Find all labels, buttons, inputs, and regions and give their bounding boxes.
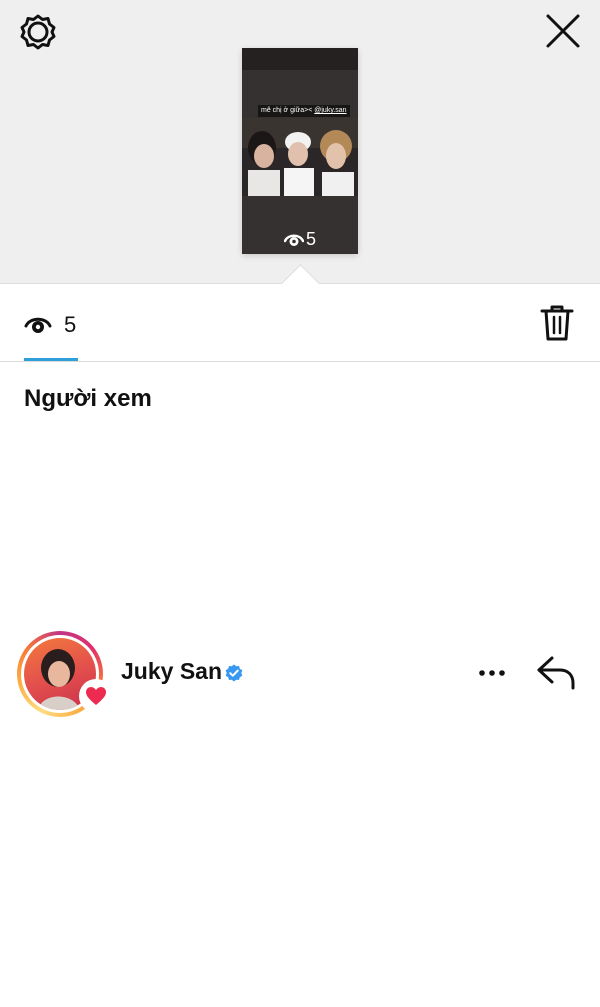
more-icon bbox=[479, 670, 505, 676]
story-caption-mention: @juky.san bbox=[314, 107, 347, 114]
story-photo bbox=[242, 118, 358, 196]
story-thumbnail[interactable]: mê chị ở giữa>< @juky.san 5 bbox=[242, 48, 358, 254]
active-tab-indicator bbox=[24, 358, 78, 361]
story-caption: mê chị ở giữa>< @juky.san bbox=[258, 105, 350, 117]
verified-badge-icon bbox=[225, 664, 243, 682]
viewer-name[interactable]: Juky San bbox=[121, 658, 222, 685]
more-options-button[interactable] bbox=[474, 658, 510, 688]
reply-button[interactable] bbox=[534, 650, 578, 694]
viewers-section-title: Người xem bbox=[24, 385, 152, 412]
reply-icon bbox=[537, 656, 575, 690]
delete-button[interactable] bbox=[538, 303, 576, 343]
settings-button[interactable] bbox=[18, 12, 58, 52]
story-view-count: 5 bbox=[242, 228, 358, 250]
gear-icon bbox=[20, 14, 56, 50]
eye-icon bbox=[24, 317, 52, 333]
close-button[interactable] bbox=[542, 10, 584, 52]
eye-icon bbox=[283, 234, 305, 246]
thumbnail-top-band bbox=[242, 48, 358, 70]
avatar[interactable] bbox=[17, 631, 113, 717]
story-caption-text: mê chị ở giữa>< bbox=[261, 107, 313, 114]
heart-reaction-badge bbox=[79, 679, 113, 713]
views-count: 5 bbox=[64, 312, 77, 337]
trash-icon bbox=[540, 305, 574, 341]
viewer-tabs-bar: 5 bbox=[0, 284, 600, 362]
tab-views[interactable]: 5 bbox=[24, 310, 76, 340]
viewer-row[interactable]: Juky San bbox=[0, 628, 600, 718]
story-preview-area: mê chị ở giữa>< @juky.san 5 bbox=[0, 0, 600, 284]
heart-icon bbox=[86, 687, 106, 705]
close-icon bbox=[546, 14, 580, 48]
story-view-count-value: 5 bbox=[305, 229, 316, 249]
